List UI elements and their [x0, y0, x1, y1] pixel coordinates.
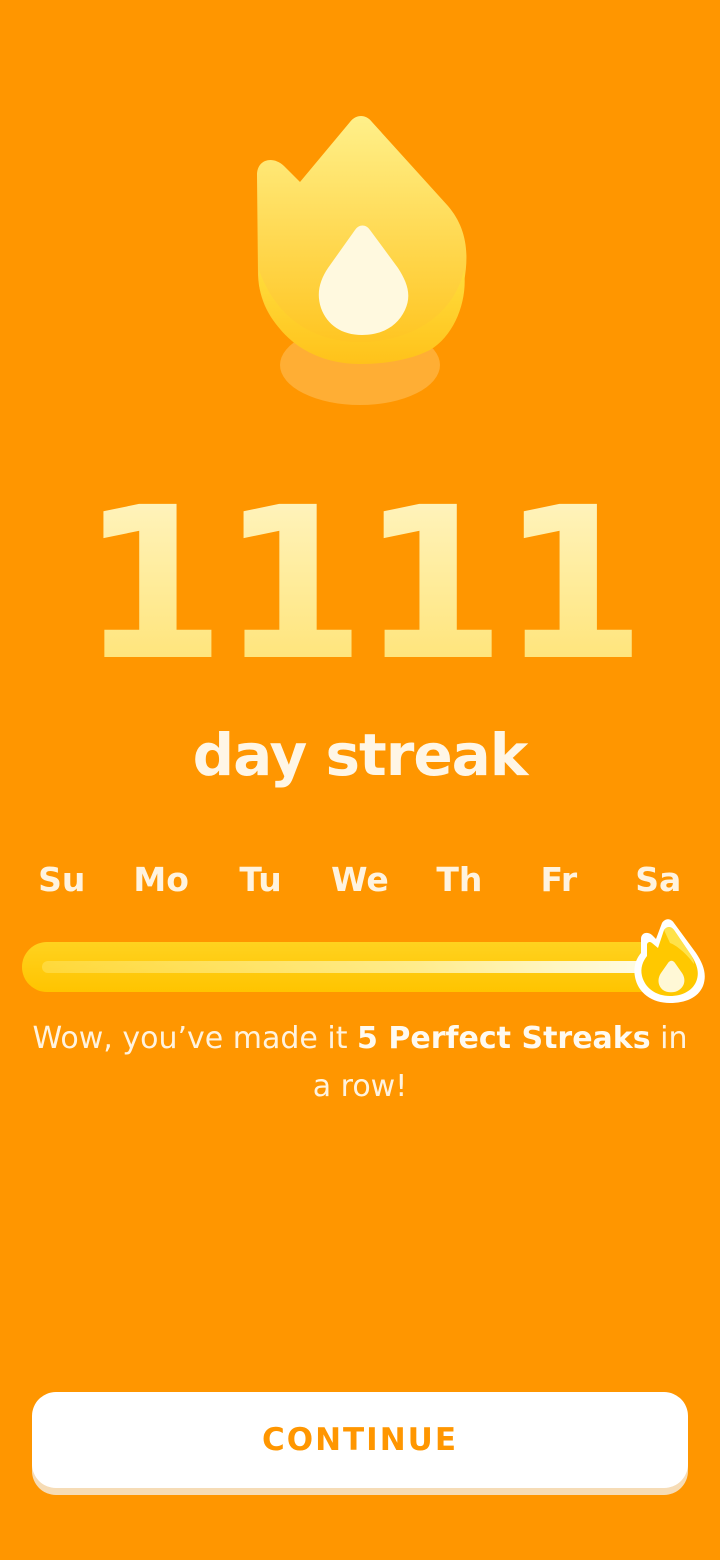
weekday-row: Su Mo Tu We Th Fr Sa: [12, 855, 708, 905]
weekday-sa: Sa: [635, 860, 682, 899]
streak-label: day streak: [192, 721, 529, 789]
weekday-tu: Tu: [239, 860, 282, 899]
weekday-fr: Fr: [540, 860, 578, 899]
message-highlight: 5 Perfect Streaks: [357, 1021, 651, 1056]
streak-flame-icon: [250, 110, 480, 410]
weekday-mo: Mo: [133, 860, 189, 899]
week-progress-fill: [42, 961, 662, 973]
week-progress-bar: [22, 942, 682, 992]
streak-count: 1111: [0, 470, 720, 700]
perfect-streak-message: Wow, you’ve made it 5 Perfect Streaks in…: [20, 1015, 700, 1111]
weekday-th: Th: [436, 860, 483, 899]
continue-button[interactable]: CONTINUE: [32, 1392, 688, 1488]
flame-marker-icon: [630, 915, 710, 1005]
weekday-su: Su: [38, 860, 86, 899]
message-prefix: Wow, you’ve made it: [32, 1021, 358, 1056]
weekday-we: We: [331, 860, 389, 899]
